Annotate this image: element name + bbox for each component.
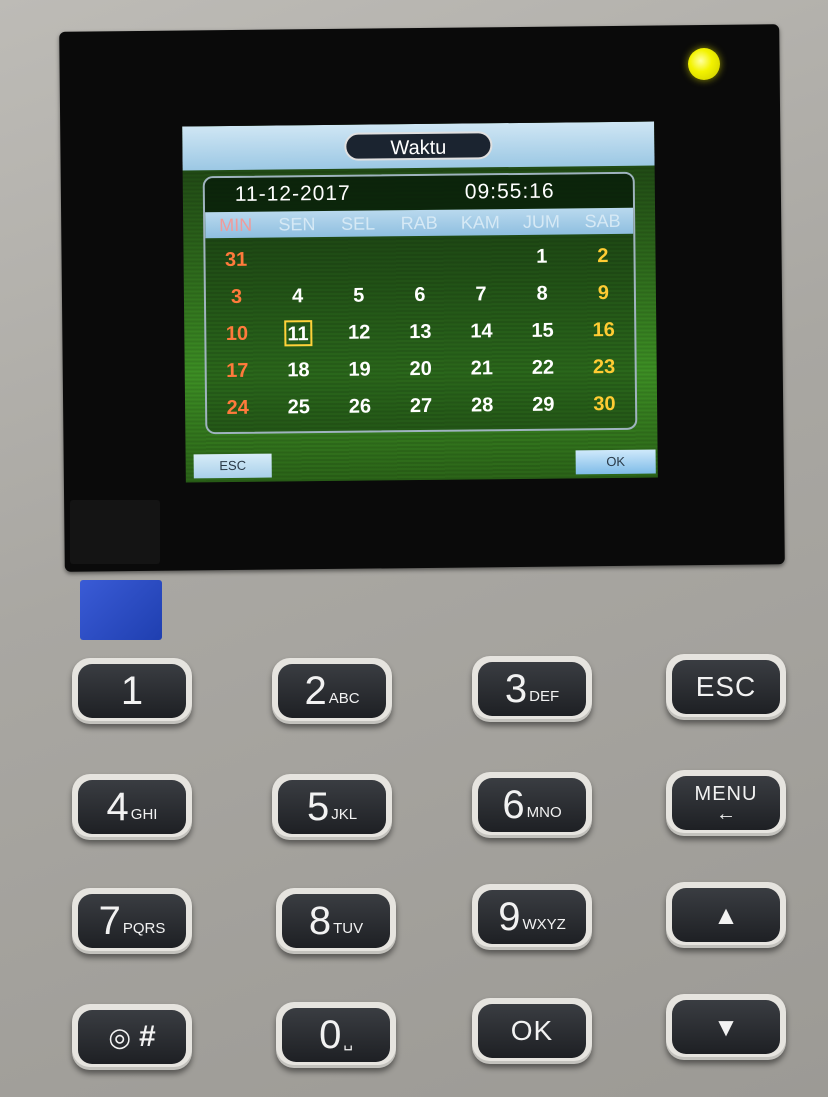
key-1[interactable]: 1 (72, 658, 192, 724)
key-4[interactable]: 4 GHI (72, 774, 192, 840)
key-hash[interactable]: ◎ # (72, 1004, 192, 1070)
key-esc[interactable]: ESC (666, 654, 786, 720)
key-3[interactable]: 3 DEF (472, 656, 592, 722)
arrow-up-icon: ▲ (713, 899, 739, 930)
key-up[interactable]: ▲ (666, 882, 786, 948)
key-8[interactable]: 8 TUV (276, 888, 396, 954)
key-5[interactable]: 5 JKL (272, 774, 392, 840)
space-icon: ␣ (343, 1034, 353, 1051)
key-7[interactable]: 7 PQRS (72, 888, 192, 954)
key-menu[interactable]: MENU ← (666, 770, 786, 836)
key-6[interactable]: 6 MNO (472, 772, 592, 838)
key-2[interactable]: 2 ABC (272, 658, 392, 724)
bell-icon: ◎ (108, 1021, 131, 1052)
key-label: 1 (120, 669, 144, 713)
key-down[interactable]: ▼ (666, 994, 786, 1060)
enter-arrow-icon: ← (715, 803, 736, 825)
keypad: 1 2 ABC 3 DEF ESC 4 GHI 5 JKL 6 MNO MENU ← (0, 0, 828, 1097)
attendance-terminal: Waktu 11-12-2017 09:55:16 MIN SEN SEL RA… (0, 0, 828, 1097)
key-9[interactable]: 9 WXYZ (472, 884, 592, 950)
key-0[interactable]: 0 ␣ (276, 1002, 396, 1068)
arrow-down-icon: ▼ (713, 1011, 739, 1042)
key-ok[interactable]: OK (472, 998, 592, 1064)
